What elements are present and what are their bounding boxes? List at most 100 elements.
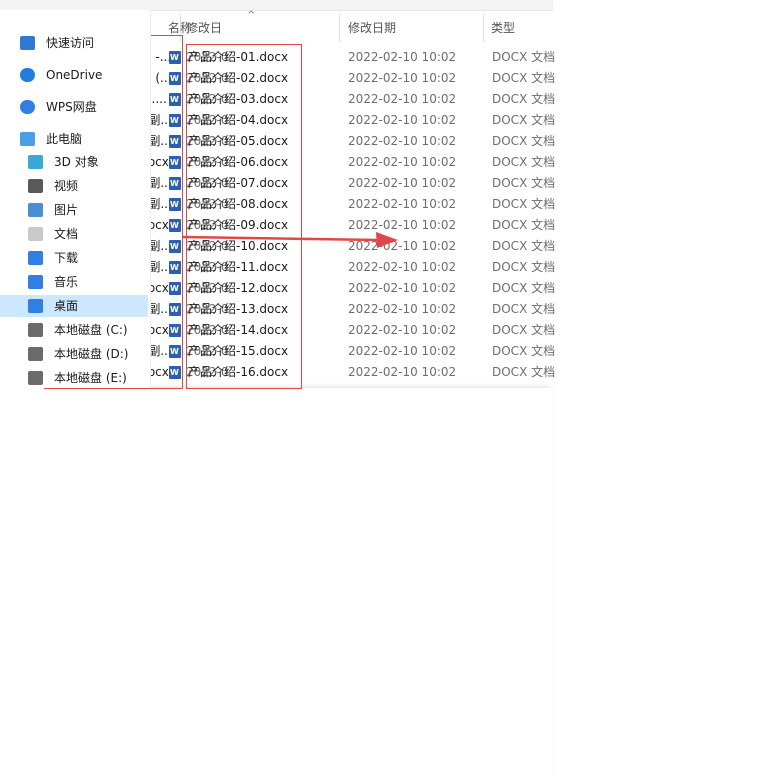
docx-file-icon (169, 47, 181, 68)
file-type: DOCX 文档 (492, 113, 556, 127)
document-icon (28, 227, 43, 241)
file-type: DOCX 文档 (492, 50, 556, 64)
docx-file-icon (169, 68, 181, 89)
nav-item-label: 桌面 (54, 299, 79, 313)
nav-item[interactable]: 桌面 (0, 295, 148, 317)
column-header-type[interactable]: 类型 (491, 14, 515, 42)
docx-file-icon (169, 194, 181, 215)
file-type: DOCX 文档 (492, 92, 556, 106)
column-divider[interactable] (483, 14, 484, 42)
file-type: DOCX 文档 (492, 344, 556, 358)
nav-item-label: WPS网盘 (46, 100, 97, 114)
file-type: DOCX 文档 (492, 323, 556, 337)
file-date: 2022-02-10 10:02 (348, 92, 457, 106)
nav-item-label: 本地磁盘 (D:) (54, 347, 129, 361)
cube-icon (28, 155, 43, 169)
nav-item-label: 视频 (54, 179, 79, 193)
nav-item[interactable]: OneDrive (0, 64, 148, 86)
file-type: DOCX 文档 (492, 155, 556, 169)
nav-item-label: 下载 (54, 251, 79, 265)
drive-icon (28, 323, 43, 337)
drive-icon (28, 347, 43, 361)
file-type: DOCX 文档 (492, 176, 556, 190)
docx-file-icon (169, 89, 181, 110)
nav-item-label: 文档 (54, 227, 79, 241)
nav-item[interactable]: 本地磁盘 (D:) (0, 343, 148, 365)
right-explorer-window: 快速访问 OneDrive WPS网盘此电脑 3D 对象视频图片文档下载音乐桌面本地磁… (0, 0, 555, 776)
docx-file-icon (169, 110, 181, 131)
file-type: DOCX 文档 (492, 239, 556, 253)
column-header-date[interactable]: 修改日期 (348, 14, 396, 42)
nav-item-label: 3D 对象 (54, 155, 99, 169)
nav-item[interactable]: 视频 (0, 175, 148, 197)
file-type: DOCX 文档 (492, 365, 556, 379)
file-type: DOCX 文档 (492, 281, 556, 295)
nav-item-label: 图片 (54, 203, 79, 217)
file-type: DOCX 文档 (492, 302, 556, 316)
nav-item[interactable]: WPS网盘 (0, 96, 148, 118)
file-date: 2022-02-10 10:02 (348, 218, 457, 232)
nav-item-label: OneDrive (46, 68, 103, 82)
nav-item-label: 此电脑 (46, 132, 83, 146)
video-icon (28, 179, 43, 193)
file-type: DOCX 文档 (492, 197, 556, 211)
file-date: 2022-02-10 10:02 (348, 71, 457, 85)
docx-file-icon (169, 173, 181, 194)
cloud-icon (20, 68, 35, 82)
file-date: 2022-02-10 10:02 (348, 323, 457, 337)
pane-divider[interactable] (150, 10, 151, 388)
nav-item[interactable]: 音乐 (0, 271, 148, 293)
desktop-icon (28, 299, 43, 313)
nav-item[interactable]: 下载 (0, 247, 148, 269)
download-icon (28, 251, 43, 265)
file-date: 2022-02-10 10:02 (348, 302, 457, 316)
docx-file-icon (169, 215, 181, 236)
computer-icon (20, 132, 35, 146)
column-divider[interactable] (339, 14, 340, 42)
nav-item[interactable]: 文档 (0, 223, 148, 245)
docx-file-icon (169, 131, 181, 152)
music-icon (28, 275, 43, 289)
docx-file-icon (169, 362, 181, 383)
file-date: 2022-02-10 10:02 (348, 134, 457, 148)
navigation-pane: 快速访问 OneDrive WPS网盘此电脑 3D 对象视频图片文档下载音乐桌面本地磁… (0, 10, 150, 388)
nav-item[interactable]: 3D 对象 (0, 151, 148, 173)
docx-file-icon (169, 257, 181, 278)
docx-file-icon (169, 278, 181, 299)
file-date: 2022-02-10 10:02 (348, 176, 457, 190)
nav-item-label: 快速访问 (46, 36, 95, 50)
highlight-box-right (186, 44, 302, 389)
file-date: 2022-02-10 10:02 (348, 113, 457, 127)
file-date: 2022-02-10 10:02 (348, 344, 457, 358)
file-date: 2022-02-10 10:02 (348, 281, 457, 295)
file-date: 2022-02-10 10:02 (348, 50, 457, 64)
docx-file-icon (169, 236, 181, 257)
nav-item[interactable]: 本地磁盘 (E:) (0, 367, 148, 389)
file-date: 2022-02-10 10:02 (348, 260, 457, 274)
column-header-name[interactable]: 名称 (168, 14, 192, 42)
file-type: DOCX 文档 (492, 260, 556, 274)
file-type: DOCX 文档 (492, 134, 556, 148)
file-date: 2022-02-10 10:02 (348, 239, 457, 253)
nav-item-label: 本地磁盘 (E:) (54, 371, 127, 385)
file-date: 2022-02-10 10:02 (348, 365, 457, 379)
picture-icon (28, 203, 43, 217)
nav-item[interactable]: 此电脑 (0, 128, 148, 150)
sort-ascending-icon: ^ (247, 10, 256, 21)
nav-item[interactable]: 本地磁盘 (C:) (0, 319, 148, 341)
drive-icon (28, 371, 43, 385)
nav-item-label: 本地磁盘 (C:) (54, 323, 128, 337)
file-date: 2022-02-10 10:02 (348, 197, 457, 211)
nav-item[interactable]: 图片 (0, 199, 148, 221)
docx-file-icon (169, 299, 181, 320)
file-type: DOCX 文档 (492, 71, 556, 85)
nav-item[interactable]: 快速访问 (0, 32, 148, 54)
docx-file-icon (169, 152, 181, 173)
file-date: 2022-02-10 10:02 (348, 155, 457, 169)
nav-item-label: 音乐 (54, 275, 79, 289)
file-type: DOCX 文档 (492, 218, 556, 232)
wps-cloud-icon (20, 100, 35, 114)
star-icon (20, 36, 35, 50)
docx-file-icon (169, 320, 181, 341)
docx-file-icon (169, 341, 181, 362)
